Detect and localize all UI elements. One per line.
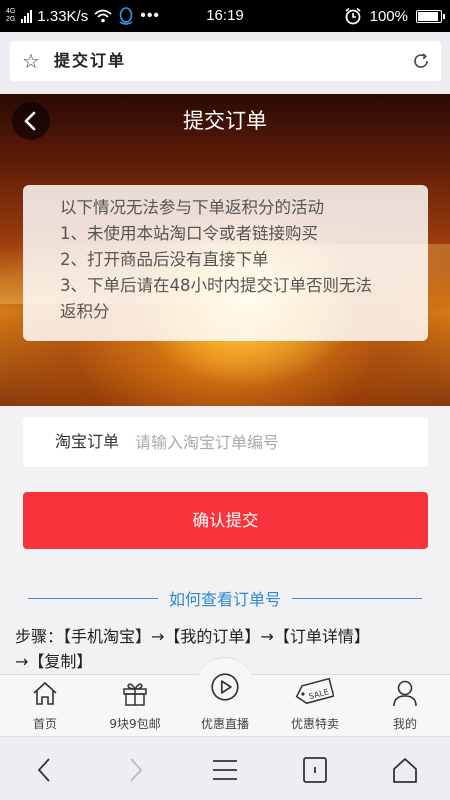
- back-button[interactable]: [12, 102, 50, 140]
- tab-label: 优惠特卖: [290, 717, 339, 731]
- page-title: 提交订单: [183, 109, 267, 133]
- browser-home-icon[interactable]: [390, 755, 420, 785]
- user-icon: [393, 680, 417, 707]
- reload-icon[interactable]: [411, 51, 431, 71]
- chevron-left-icon: [24, 111, 36, 131]
- browser-address-area: ☆ 提交订单: [0, 32, 450, 94]
- svg-text:SALE: SALE: [308, 687, 330, 701]
- submit-button[interactable]: 确认提交: [23, 492, 428, 549]
- tab-label: 我的: [392, 717, 417, 731]
- alarm-icon: [345, 7, 361, 25]
- gift-icon: [123, 683, 147, 706]
- battery-icon: [416, 9, 445, 23]
- order-number-field[interactable]: 淘宝订单: [23, 417, 428, 467]
- notice-line: 2、打开商品后没有直接下单: [60, 250, 269, 269]
- browser-menu-icon[interactable]: [210, 755, 240, 785]
- tab-live-deals[interactable]: 优惠直播: [180, 673, 270, 737]
- bookmark-star-icon[interactable]: ☆: [22, 49, 40, 73]
- tab-label: 首页: [32, 717, 57, 731]
- sale-tag-icon: SALE: [295, 678, 334, 705]
- notice-line: 返积分: [60, 302, 110, 321]
- address-title[interactable]: 提交订单: [54, 41, 126, 81]
- tab-home[interactable]: 首页: [0, 675, 90, 737]
- browser-nav-bar: [0, 736, 450, 800]
- notice-line: 3、下单后请在48小时内提交订单否则无法: [60, 276, 372, 295]
- browser-tabs-icon[interactable]: [300, 755, 330, 785]
- howto-title[interactable]: 如何查看订单号: [0, 586, 450, 610]
- hero-banner: 提交订单 以下情况无法参与下单返积分的活动 1、未使用本站淘口令或者链接购买 2…: [0, 94, 450, 406]
- notice-line: 1、未使用本站淘口令或者链接购买: [60, 224, 318, 243]
- browser-back-icon[interactable]: [30, 755, 60, 785]
- tab-label: 优惠直播: [200, 717, 249, 731]
- tab-label: 9块9包邮: [109, 717, 161, 731]
- tab-99-free-shipping[interactable]: 9块9包邮: [90, 675, 180, 737]
- status-right: 100%: [344, 0, 445, 32]
- bottom-tab-bar: 首页 9块9包邮 优惠直播 SALE 优惠特卖 我的: [0, 657, 450, 737]
- order-number-input[interactable]: [135, 425, 415, 459]
- tab-mine[interactable]: 我的: [360, 675, 450, 737]
- howto-title-text[interactable]: 如何查看订单号: [162, 590, 287, 609]
- tab-special-sale[interactable]: SALE 优惠特卖: [270, 675, 360, 737]
- home-icon: [33, 681, 57, 705]
- address-bar[interactable]: ☆ 提交订单: [10, 41, 441, 81]
- play-icon: [211, 673, 239, 701]
- browser-forward-icon[interactable]: [120, 755, 150, 785]
- order-number-label: 淘宝订单: [55, 432, 120, 451]
- notice-line: 以下情况无法参与下单返积分的活动: [60, 198, 324, 217]
- notice-card: 以下情况无法参与下单返积分的活动 1、未使用本站淘口令或者链接购买 2、打开商品…: [23, 185, 428, 341]
- steps-line: 步骤：【手机淘宝】→【我的订单】→【订单详情】: [15, 627, 370, 646]
- status-bar: 4G 2G 1.33K/s ••• 16:19 100%: [0, 0, 450, 32]
- battery-percent: 100%: [369, 7, 408, 25]
